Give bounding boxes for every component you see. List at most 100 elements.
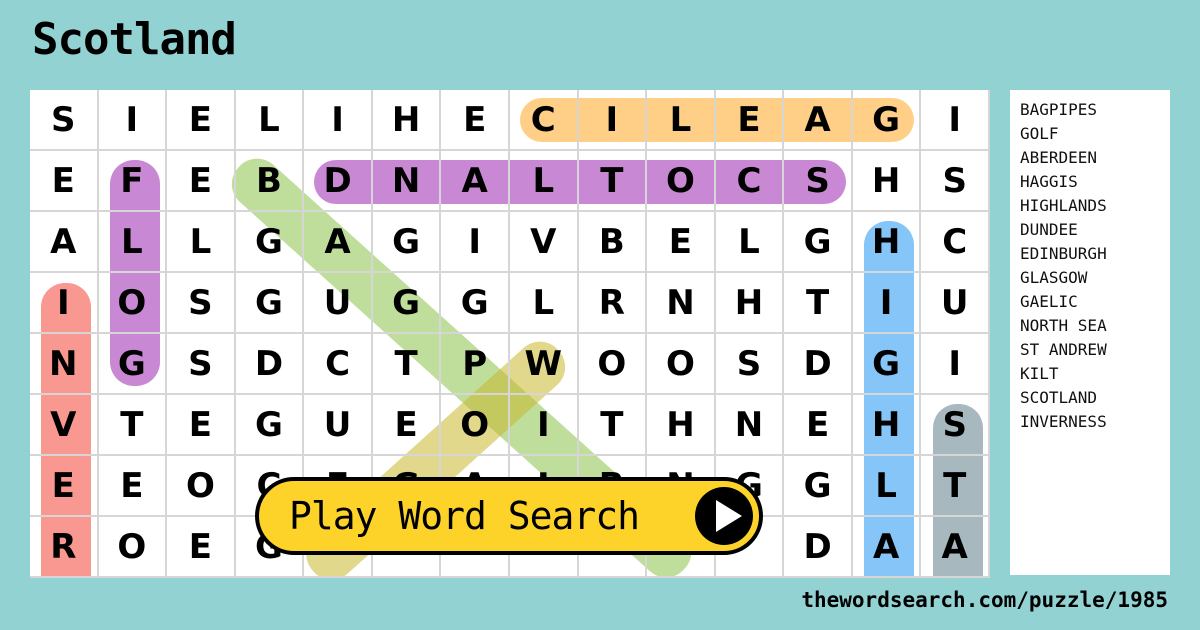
grid-cell[interactable]: L bbox=[167, 212, 236, 273]
grid-cell[interactable]: G bbox=[235, 212, 305, 273]
grid-cell[interactable]: L bbox=[715, 212, 785, 273]
grid-cell[interactable]: V bbox=[30, 395, 99, 456]
grid-cell[interactable]: I bbox=[921, 334, 990, 395]
grid-cell[interactable]: G bbox=[235, 395, 305, 456]
grid-cell[interactable]: A bbox=[441, 151, 510, 212]
grid-cell[interactable]: O bbox=[98, 273, 168, 334]
grid-cell[interactable]: D bbox=[304, 151, 373, 212]
grid-cell[interactable]: E bbox=[167, 151, 236, 212]
grid-cell[interactable]: L bbox=[235, 90, 305, 151]
grid-cell[interactable]: T bbox=[578, 151, 648, 212]
grid-cell[interactable]: H bbox=[852, 151, 922, 212]
grid-cell[interactable]: O bbox=[98, 517, 168, 578]
grid-cell[interactable]: P bbox=[441, 334, 510, 395]
grid-cell[interactable]: A bbox=[304, 212, 373, 273]
grid-cell[interactable]: G bbox=[441, 273, 510, 334]
grid-cell[interactable]: S bbox=[921, 395, 990, 456]
grid-cell[interactable]: T bbox=[784, 273, 853, 334]
grid-cell[interactable]: E bbox=[167, 395, 236, 456]
grid-cell[interactable]: I bbox=[578, 90, 648, 151]
grid-cell[interactable]: H bbox=[852, 212, 922, 273]
footer-url[interactable]: thewordsearch.com/puzzle/1985 bbox=[801, 588, 1168, 612]
grid-cell[interactable]: U bbox=[304, 395, 373, 456]
grid-cell[interactable]: G bbox=[784, 456, 853, 517]
grid-cell[interactable]: N bbox=[30, 334, 99, 395]
grid-cell[interactable]: R bbox=[578, 273, 648, 334]
grid-cell[interactable]: C bbox=[304, 334, 373, 395]
grid-cell[interactable]: O bbox=[167, 456, 236, 517]
grid-cell[interactable]: R bbox=[30, 517, 99, 578]
grid-cell[interactable]: D bbox=[784, 517, 853, 578]
grid-cell[interactable]: I bbox=[921, 90, 990, 151]
grid-cell[interactable]: D bbox=[784, 334, 853, 395]
grid-cell[interactable]: H bbox=[715, 273, 785, 334]
grid-cell[interactable]: L bbox=[647, 90, 716, 151]
grid-cell[interactable]: S bbox=[167, 273, 236, 334]
grid-cell[interactable]: A bbox=[852, 517, 922, 578]
grid-cell[interactable]: I bbox=[304, 90, 373, 151]
grid-cell[interactable]: N bbox=[647, 273, 716, 334]
grid-cell[interactable]: O bbox=[441, 395, 510, 456]
grid-cell[interactable]: L bbox=[510, 273, 579, 334]
grid-cell[interactable]: E bbox=[167, 90, 236, 151]
grid-cell[interactable]: E bbox=[715, 90, 785, 151]
grid-cell[interactable]: F bbox=[98, 151, 168, 212]
grid-cell[interactable]: S bbox=[784, 151, 853, 212]
grid-cell[interactable]: L bbox=[510, 151, 579, 212]
grid-cell[interactable]: O bbox=[647, 334, 716, 395]
grid-cell[interactable]: B bbox=[578, 212, 648, 273]
grid-cell[interactable]: E bbox=[167, 517, 236, 578]
grid-cell[interactable]: I bbox=[852, 273, 922, 334]
grid-cell[interactable]: T bbox=[372, 334, 442, 395]
grid-cell[interactable]: A bbox=[784, 90, 853, 151]
grid-cell[interactable]: G bbox=[852, 334, 922, 395]
grid-cell[interactable]: S bbox=[167, 334, 236, 395]
grid-cell[interactable]: U bbox=[304, 273, 373, 334]
grid-cell[interactable]: U bbox=[921, 273, 990, 334]
grid-cell[interactable]: W bbox=[510, 334, 579, 395]
grid-cell[interactable]: T bbox=[921, 456, 990, 517]
grid-cell[interactable]: L bbox=[852, 456, 922, 517]
grid-cell[interactable]: T bbox=[98, 395, 168, 456]
word-list-item: ABERDEEN bbox=[1020, 148, 1098, 167]
grid-cell[interactable]: E bbox=[98, 456, 168, 517]
grid-cell[interactable]: E bbox=[372, 395, 442, 456]
grid-cell[interactable]: E bbox=[30, 456, 99, 517]
grid-cell[interactable]: C bbox=[921, 212, 990, 273]
grid-cell[interactable]: T bbox=[578, 395, 648, 456]
grid-cell[interactable]: G bbox=[852, 90, 922, 151]
puzzle-title: Scotland bbox=[32, 14, 237, 65]
grid-cell[interactable]: N bbox=[715, 395, 785, 456]
grid-cell[interactable]: B bbox=[235, 151, 305, 212]
play-word-search-button[interactable]: Play Word Search bbox=[255, 477, 763, 555]
grid-cell[interactable]: H bbox=[852, 395, 922, 456]
grid-cell[interactable]: I bbox=[510, 395, 579, 456]
grid-cell[interactable]: V bbox=[510, 212, 579, 273]
grid-cell[interactable]: I bbox=[441, 212, 510, 273]
grid-cell[interactable]: D bbox=[235, 334, 305, 395]
grid-cell[interactable]: S bbox=[30, 90, 99, 151]
grid-cell[interactable]: E bbox=[647, 212, 716, 273]
grid-cell[interactable]: C bbox=[510, 90, 579, 151]
grid-cell[interactable]: S bbox=[715, 334, 785, 395]
grid-cell[interactable]: S bbox=[921, 151, 990, 212]
grid-cell[interactable]: E bbox=[784, 395, 853, 456]
grid-cell[interactable]: O bbox=[647, 151, 716, 212]
grid-cell[interactable]: E bbox=[30, 151, 99, 212]
grid-cell[interactable]: A bbox=[921, 517, 990, 578]
grid-cell[interactable]: G bbox=[372, 273, 442, 334]
grid-cell[interactable]: H bbox=[372, 90, 442, 151]
grid-cell[interactable]: G bbox=[235, 273, 305, 334]
grid-cell[interactable]: G bbox=[372, 212, 442, 273]
grid-cell[interactable]: L bbox=[98, 212, 168, 273]
grid-cell[interactable]: E bbox=[441, 90, 510, 151]
grid-cell[interactable]: N bbox=[372, 151, 442, 212]
grid-cell[interactable]: A bbox=[30, 212, 99, 273]
grid-cell[interactable]: G bbox=[784, 212, 853, 273]
grid-cell[interactable]: H bbox=[647, 395, 716, 456]
grid-cell[interactable]: I bbox=[30, 273, 99, 334]
grid-cell[interactable]: C bbox=[715, 151, 785, 212]
grid-cell[interactable]: G bbox=[98, 334, 168, 395]
grid-cell[interactable]: I bbox=[98, 90, 168, 151]
grid-cell[interactable]: O bbox=[578, 334, 648, 395]
